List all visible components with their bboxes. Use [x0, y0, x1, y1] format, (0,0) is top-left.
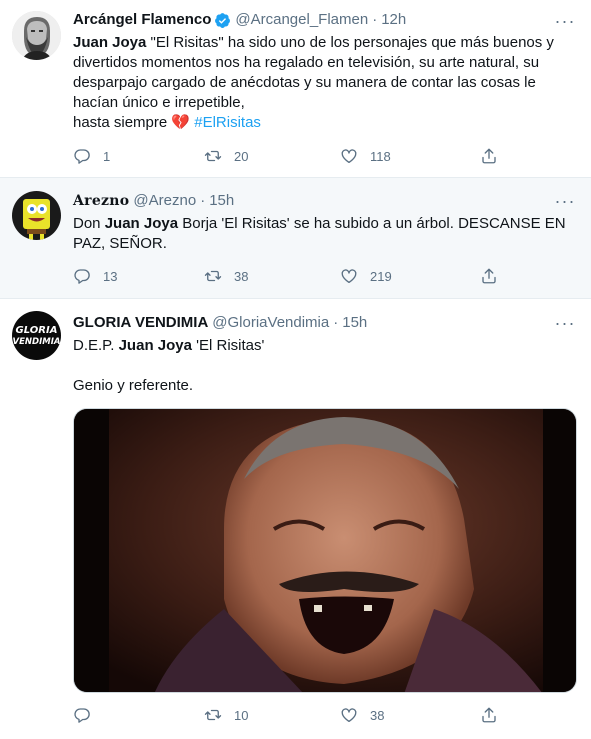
tweet-text: Juan Joya "El Risitas" ha sido uno de lo…: [73, 33, 577, 133]
avatar[interactable]: [12, 191, 61, 240]
share-button[interactable]: [480, 267, 498, 285]
tweet-text: Don Juan Joya Borja 'El Risitas' se ha s…: [73, 214, 577, 254]
tweet-header: Arcángel Flamenco @Arcangel_Flamen · 12h: [73, 10, 577, 30]
like-button[interactable]: 219: [340, 267, 392, 285]
tweet-text-tail: hasta siempre: [73, 114, 172, 131]
avatar-text-line-2: VENDIMIA: [13, 337, 61, 347]
avatar[interactable]: [12, 11, 61, 60]
tweet-text-pre: Don: [73, 215, 105, 232]
like-count: 219: [370, 268, 392, 284]
more-options-button[interactable]: ···: [553, 191, 577, 211]
retweet-count: 10: [234, 707, 249, 723]
separator-dot: ·: [372, 11, 378, 28]
timestamp[interactable]: 15h: [209, 191, 234, 211]
timestamp[interactable]: 12h: [381, 10, 406, 30]
tweet-text: D.E.P. Juan Joya 'El Risitas' Genio y re…: [73, 336, 577, 396]
reply-count: 13: [103, 268, 118, 284]
reply-button[interactable]: 13: [73, 267, 117, 285]
tweet[interactable]: Arezno @Arezno · 15h Don Juan Joya Borja…: [0, 178, 591, 299]
tweet-content: GLORIA VENDIMIA @GloriaVendimia · 15h D.…: [73, 313, 577, 396]
reply-icon: [74, 269, 90, 284]
author-handle[interactable]: @Arcangel_Flamen: [235, 10, 368, 30]
tweet-text-post: 'El Risitas': [191, 337, 265, 354]
share-icon: [482, 268, 496, 284]
tweet-actions: 13 38 219: [73, 267, 503, 287]
reply-icon: [74, 708, 90, 723]
retweet-button[interactable]: 38: [204, 267, 248, 285]
like-button[interactable]: 38: [340, 706, 384, 724]
more-options-button[interactable]: ···: [553, 313, 577, 333]
highlighted-text: Juan Joya: [73, 34, 147, 51]
share-button[interactable]: [480, 706, 498, 724]
share-icon: [482, 707, 496, 723]
separator-dot: ·: [333, 314, 339, 331]
tweet-header: GLORIA VENDIMIA @GloriaVendimia · 15h: [73, 313, 577, 333]
share-icon: [482, 148, 496, 164]
heart-icon: [341, 269, 357, 284]
like-button[interactable]: 118: [340, 147, 391, 165]
timestamp[interactable]: 15h: [342, 313, 367, 333]
share-button[interactable]: [480, 147, 498, 165]
tweet-media-image[interactable]: [73, 408, 577, 693]
tweet[interactable]: GLORIA VENDIMIA GLORIA VENDIMIA @GloriaV…: [0, 299, 591, 739]
tweet-text-paragraph: Genio y referente.: [73, 377, 194, 394]
reply-button[interactable]: [73, 706, 103, 724]
retweet-count: 20: [234, 148, 249, 164]
avatar-text-line-1: GLORIA: [16, 325, 58, 336]
broken-heart-emoji: 💔: [171, 114, 191, 131]
retweet-icon: [204, 150, 222, 162]
reply-icon: [74, 149, 90, 164]
like-count: 38: [370, 707, 385, 723]
author-name[interactable]: Arezno: [73, 191, 129, 211]
tweet-text-pre: D.E.P.: [73, 337, 119, 354]
retweet-button[interactable]: 10: [204, 706, 248, 724]
separator-dot: ·: [200, 192, 206, 209]
tweet-content: Arezno @Arezno · 15h Don Juan Joya Borja…: [73, 191, 577, 254]
reply-count: 1: [103, 148, 111, 164]
tweet-text-body: "El Risitas" ha sido uno de los personaj…: [73, 34, 554, 111]
more-options-button[interactable]: ···: [553, 11, 577, 31]
verified-badge-icon: [214, 12, 231, 29]
tweet-header: Arezno @Arezno · 15h: [73, 191, 577, 211]
author-handle[interactable]: @Arezno: [133, 191, 196, 211]
retweet-button[interactable]: 20: [204, 147, 248, 165]
heart-icon: [341, 708, 357, 723]
reply-button[interactable]: 1: [73, 147, 110, 165]
hashtag-link[interactable]: #ElRisitas: [194, 114, 261, 131]
timeline-feed: Arcángel Flamenco @Arcangel_Flamen · 12h…: [0, 0, 591, 739]
author-handle[interactable]: @GloriaVendimia: [212, 313, 329, 333]
avatar[interactable]: GLORIA VENDIMIA: [12, 311, 61, 360]
highlighted-text: Juan Joya: [104, 215, 179, 232]
like-count: 118: [370, 148, 391, 164]
retweet-count: 38: [234, 268, 249, 284]
author-name[interactable]: Arcángel Flamenco: [73, 10, 211, 30]
retweet-icon: [204, 270, 222, 282]
tweet[interactable]: Arcángel Flamenco @Arcangel_Flamen · 12h…: [0, 0, 591, 178]
retweet-icon: [204, 709, 222, 721]
highlighted-text: Juan Joya: [118, 337, 192, 354]
author-name[interactable]: GLORIA VENDIMIA: [73, 313, 208, 333]
tweet-actions: 10 38: [73, 706, 503, 726]
tweet-content: Arcángel Flamenco @Arcangel_Flamen · 12h…: [73, 10, 577, 133]
tweet-actions: 1 20 118: [73, 147, 503, 167]
heart-icon: [341, 149, 357, 164]
